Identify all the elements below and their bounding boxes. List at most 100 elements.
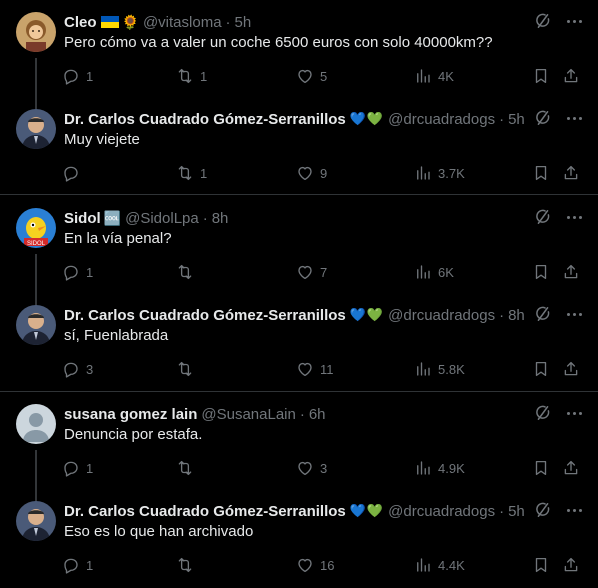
share-button[interactable]: [562, 459, 580, 477]
grok-icon[interactable]: [533, 403, 553, 423]
avatar[interactable]: [16, 109, 56, 149]
like-button[interactable]: 9: [296, 164, 327, 182]
handle[interactable]: @SusanaLain: [201, 406, 295, 423]
views-button[interactable]: 4K: [414, 67, 454, 85]
bookmark-icon: [532, 263, 550, 281]
retweet-button[interactable]: [176, 263, 200, 281]
reply-button[interactable]: 1: [62, 459, 93, 477]
more-options-icon[interactable]: [567, 19, 582, 23]
more-options-icon[interactable]: [567, 215, 582, 219]
more-options-icon[interactable]: [567, 116, 582, 120]
top-right-actions: [533, 207, 582, 227]
bookmark-button[interactable]: [532, 360, 550, 378]
reply-count: 1: [86, 460, 94, 476]
views-icon: [414, 263, 432, 281]
display-name[interactable]: Dr. Carlos Cuadrado Gómez-Serranillos: [64, 307, 346, 324]
bookmark-button[interactable]: [532, 459, 550, 477]
handle[interactable]: @drcuadradogs: [388, 307, 495, 324]
tweet-carlos-3[interactable]: Dr. Carlos Cuadrado Gómez-Serranillos 💙💚…: [0, 501, 598, 581]
display-name[interactable]: Cleo: [64, 14, 97, 31]
display-name[interactable]: Dr. Carlos Cuadrado Gómez-Serranillos: [64, 111, 346, 128]
retweet-button[interactable]: [176, 360, 200, 378]
bookmark-button[interactable]: [532, 67, 550, 85]
reply-icon: [62, 164, 80, 182]
timestamp[interactable]: 5h: [235, 14, 252, 31]
views-button[interactable]: 4.4K: [414, 556, 465, 574]
views-button[interactable]: 3.7K: [414, 164, 465, 182]
bookmark-button[interactable]: [532, 556, 550, 574]
grok-icon[interactable]: [533, 500, 553, 520]
share-button[interactable]: [562, 360, 580, 378]
tweet-sidol[interactable]: SIDOL Sidol 🆒 @SidolLpa · 8h En la vía p…: [0, 207, 598, 306]
like-button[interactable]: 5: [296, 67, 327, 85]
share-button[interactable]: [562, 164, 580, 182]
timestamp[interactable]: 6h: [309, 406, 326, 423]
reply-button[interactable]: 1: [62, 556, 93, 574]
action-bar: 1 16 4.4K: [62, 556, 584, 578]
retweet-button[interactable]: 1: [176, 67, 207, 85]
avatar[interactable]: [16, 12, 56, 52]
like-count: 5: [320, 68, 328, 84]
handle[interactable]: @vitasloma: [143, 14, 222, 31]
grok-icon[interactable]: [533, 108, 553, 128]
like-button[interactable]: 7: [296, 263, 327, 281]
timestamp[interactable]: 5h: [508, 111, 525, 128]
share-icon: [562, 67, 580, 85]
views-button[interactable]: 4.9K: [414, 459, 465, 477]
timestamp[interactable]: 5h: [508, 503, 525, 520]
action-bar: 1 3 4.9K: [62, 459, 584, 481]
retweet-button[interactable]: [176, 556, 200, 574]
display-name[interactable]: Sidol: [64, 210, 101, 227]
view-count: 6K: [438, 264, 454, 280]
heart-icon: [296, 360, 314, 378]
handle[interactable]: @drcuadradogs: [388, 503, 495, 520]
retweet-button[interactable]: [176, 459, 200, 477]
display-name[interactable]: Dr. Carlos Cuadrado Gómez-Serranillos: [64, 503, 346, 520]
handle[interactable]: @drcuadradogs: [388, 111, 495, 128]
like-button[interactable]: 3: [296, 459, 327, 477]
view-count: 4.9K: [438, 460, 465, 476]
tweet-carlos-2[interactable]: Dr. Carlos Cuadrado Gómez-Serranillos 💙💚…: [0, 305, 598, 385]
share-button[interactable]: [562, 67, 580, 85]
retweet-button[interactable]: 1: [176, 164, 207, 182]
grok-icon[interactable]: [533, 304, 553, 324]
share-button[interactable]: [562, 263, 580, 281]
view-count: 4.4K: [438, 557, 465, 573]
like-button[interactable]: 16: [296, 556, 334, 574]
views-button[interactable]: 5.8K: [414, 360, 465, 378]
tweet-cleo[interactable]: Cleo 🌻 @vitasloma · 5h Pero cómo va a va…: [0, 11, 598, 110]
reply-button[interactable]: [62, 164, 86, 182]
views-button[interactable]: 6K: [414, 263, 454, 281]
timestamp[interactable]: 8h: [212, 210, 229, 227]
avatar[interactable]: [16, 501, 56, 541]
reply-button[interactable]: 1: [62, 263, 93, 281]
views-icon: [414, 67, 432, 85]
reply-icon: [62, 67, 80, 85]
more-options-icon[interactable]: [567, 411, 582, 415]
reply-button[interactable]: 1: [62, 67, 93, 85]
grok-icon[interactable]: [533, 11, 553, 31]
avatar[interactable]: [16, 305, 56, 345]
bookmark-button[interactable]: [532, 263, 550, 281]
more-options-icon[interactable]: [567, 508, 582, 512]
action-bar: 1 9 3.7K: [62, 164, 584, 186]
separator-dot: ·: [499, 306, 505, 324]
share-button[interactable]: [562, 556, 580, 574]
timestamp[interactable]: 8h: [508, 307, 525, 324]
tweet-susana[interactable]: susana gomez lain @SusanaLain · 6h Denun…: [0, 403, 598, 502]
grok-icon[interactable]: [533, 207, 553, 227]
bookmark-button[interactable]: [532, 164, 550, 182]
handle[interactable]: @SidolLpa: [125, 210, 199, 227]
display-name[interactable]: susana gomez lain: [64, 406, 197, 423]
more-options-icon[interactable]: [567, 312, 582, 316]
tweet-carlos-1[interactable]: Dr. Carlos Cuadrado Gómez-Serranillos 💙💚…: [0, 109, 598, 189]
reply-button[interactable]: 3: [62, 360, 93, 378]
avatar[interactable]: [16, 404, 56, 444]
like-button[interactable]: 11: [296, 360, 334, 378]
like-count: 9: [320, 165, 328, 181]
separator-dot: ·: [499, 110, 505, 128]
retweet-icon: [176, 556, 194, 574]
avatar[interactable]: SIDOL: [16, 208, 56, 248]
like-count: 7: [320, 264, 328, 280]
thread-line: [35, 450, 37, 502]
